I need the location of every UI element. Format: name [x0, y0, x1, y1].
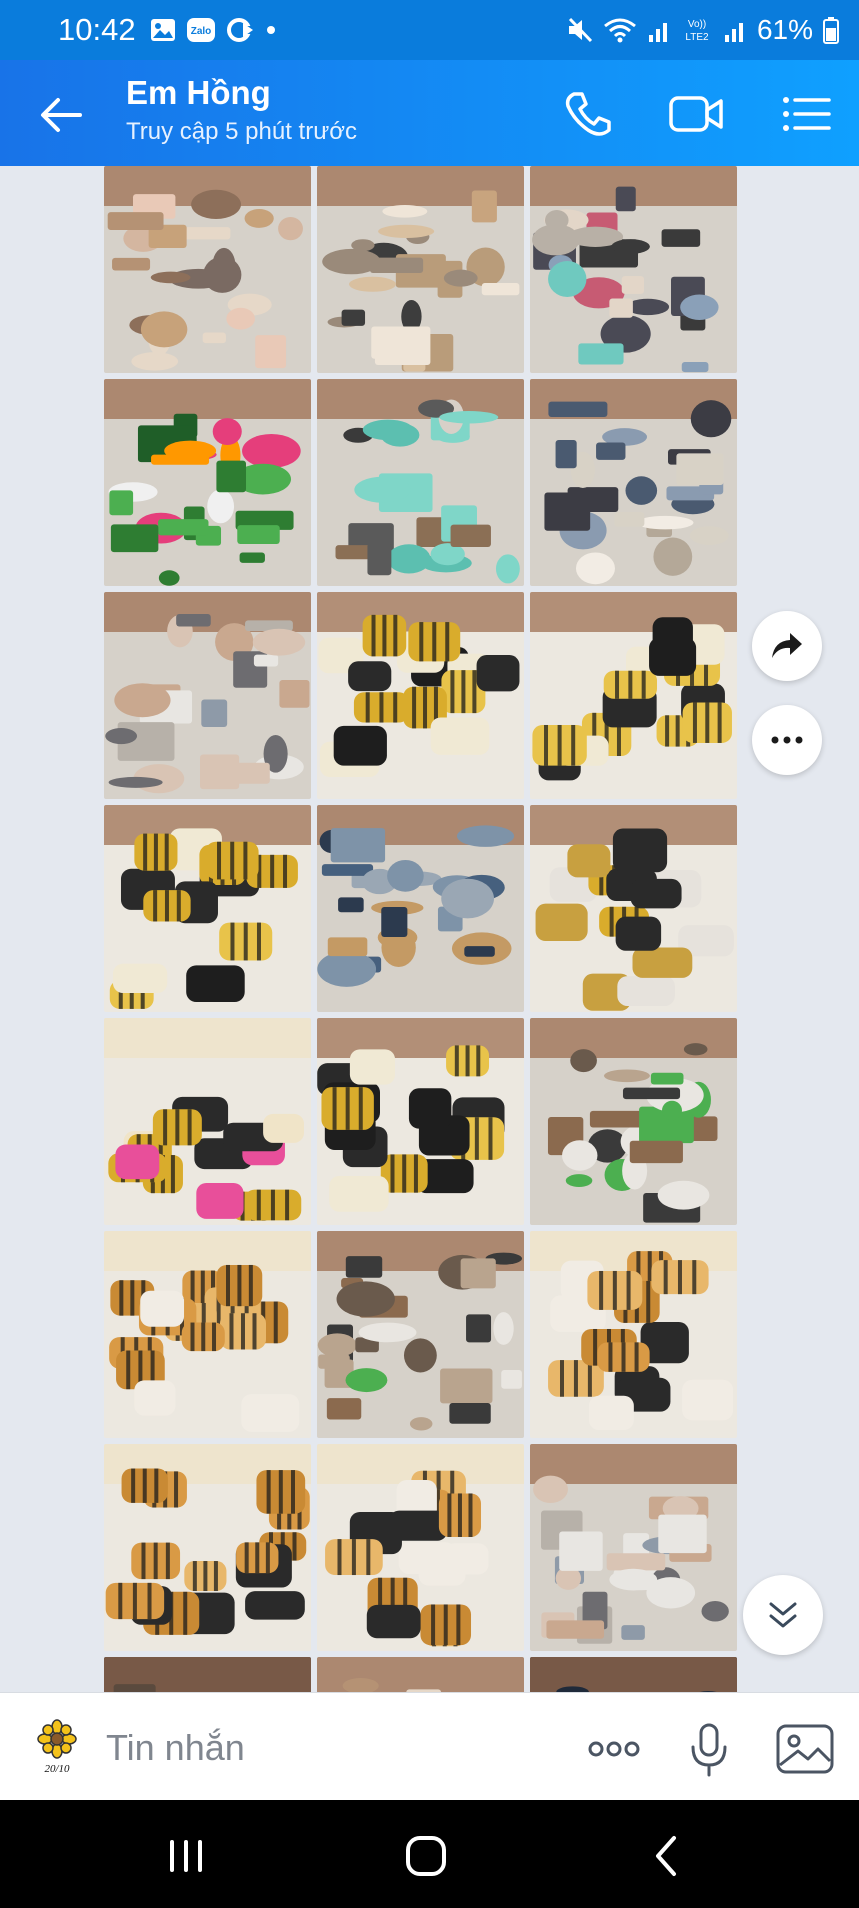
- status-notification-icons: Zalo: [150, 17, 278, 43]
- home-icon[interactable]: [396, 1828, 456, 1884]
- contact-name[interactable]: Em Hồng: [126, 74, 271, 112]
- zalo-icon: Zalo: [187, 18, 215, 42]
- photo-thumbnail[interactable]: [317, 1444, 524, 1651]
- photo-thumbnail[interactable]: [530, 805, 737, 1012]
- svg-text:LTE2: LTE2: [685, 32, 709, 43]
- photo-thumbnail[interactable]: [104, 1231, 311, 1438]
- battery-icon: [823, 17, 839, 44]
- phone-icon[interactable]: [560, 88, 616, 140]
- sticker-label: 20/10: [44, 1763, 70, 1775]
- photo-thumbnail[interactable]: [104, 592, 311, 799]
- mute-icon: [568, 17, 593, 43]
- photo-thumbnail[interactable]: [104, 379, 311, 586]
- photo-thumbnail[interactable]: [104, 1657, 311, 1692]
- photo-thumbnail[interactable]: [530, 1657, 737, 1692]
- share-forward-icon: [772, 633, 802, 658]
- more-dots-icon[interactable]: [584, 1719, 644, 1779]
- scroll-down-icon: [769, 1602, 797, 1628]
- photo-thumbnail[interactable]: [317, 166, 524, 373]
- photo-thumbnail[interactable]: [317, 379, 524, 586]
- photo-thumbnail[interactable]: [317, 805, 524, 1012]
- battery-percent: 61%: [756, 14, 813, 45]
- photo-thumbnail[interactable]: [317, 1018, 524, 1225]
- photo-thumbnail[interactable]: [317, 1657, 524, 1692]
- scroll-down-button[interactable]: [743, 1575, 823, 1655]
- message-input-bar: 20/10: [0, 1692, 859, 1801]
- more-options-button[interactable]: [752, 705, 822, 775]
- volte-icon: Vo)) LTE2: [685, 19, 709, 43]
- photo-thumbnail[interactable]: [317, 592, 524, 799]
- photo-thumbnail[interactable]: [104, 1018, 311, 1225]
- refresh-icon: [227, 18, 254, 42]
- photo-thumbnail[interactable]: [317, 1231, 524, 1438]
- image-icon[interactable]: [774, 1719, 836, 1779]
- photo-thumbnail[interactable]: [530, 1231, 737, 1438]
- recent-apps-icon[interactable]: [156, 1828, 216, 1884]
- back-nav-icon[interactable]: [636, 1828, 696, 1884]
- status-bar: 10:42 Zalo Vo)) LTE2 61%: [0, 0, 859, 60]
- photo-thumbnail[interactable]: [530, 379, 737, 586]
- dot-icon: [267, 26, 275, 34]
- message-input[interactable]: [104, 1721, 548, 1775]
- more-horizontal-icon: [771, 736, 803, 744]
- status-time: 10:42: [58, 12, 136, 47]
- status-system-icons: Vo)) LTE2 61%: [567, 14, 839, 46]
- photo-thumbnail[interactable]: [530, 166, 737, 373]
- svg-text:Vo)): Vo)): [688, 19, 706, 30]
- photo-thumbnail[interactable]: [530, 592, 737, 799]
- menu-list-icon[interactable]: [778, 88, 834, 140]
- photo-thumbnail[interactable]: [530, 1444, 737, 1651]
- photo-thumbnail[interactable]: [104, 166, 311, 373]
- sticker-flower-icon[interactable]: 20/10: [32, 1719, 82, 1775]
- photo-thumbnail[interactable]: [104, 1444, 311, 1651]
- photo-thumbnail[interactable]: [104, 805, 311, 1012]
- video-call-icon[interactable]: [668, 88, 724, 140]
- system-nav-bar: [0, 1800, 859, 1908]
- share-forward-button[interactable]: [752, 611, 822, 681]
- chat-header: Em Hồng Truy cập 5 phút trước: [0, 60, 859, 166]
- signal-icon: [648, 23, 667, 42]
- gallery-icon: [151, 19, 175, 41]
- last-seen-status: Truy cập 5 phút trước: [126, 118, 357, 145]
- back-icon[interactable]: [36, 90, 86, 140]
- microphone-icon[interactable]: [679, 1719, 739, 1779]
- signal-icon: [724, 23, 743, 42]
- photo-grid: [104, 166, 738, 1692]
- photo-thumbnail[interactable]: [530, 1018, 737, 1225]
- wifi-icon: [604, 18, 636, 43]
- svg-text:Zalo: Zalo: [191, 26, 212, 37]
